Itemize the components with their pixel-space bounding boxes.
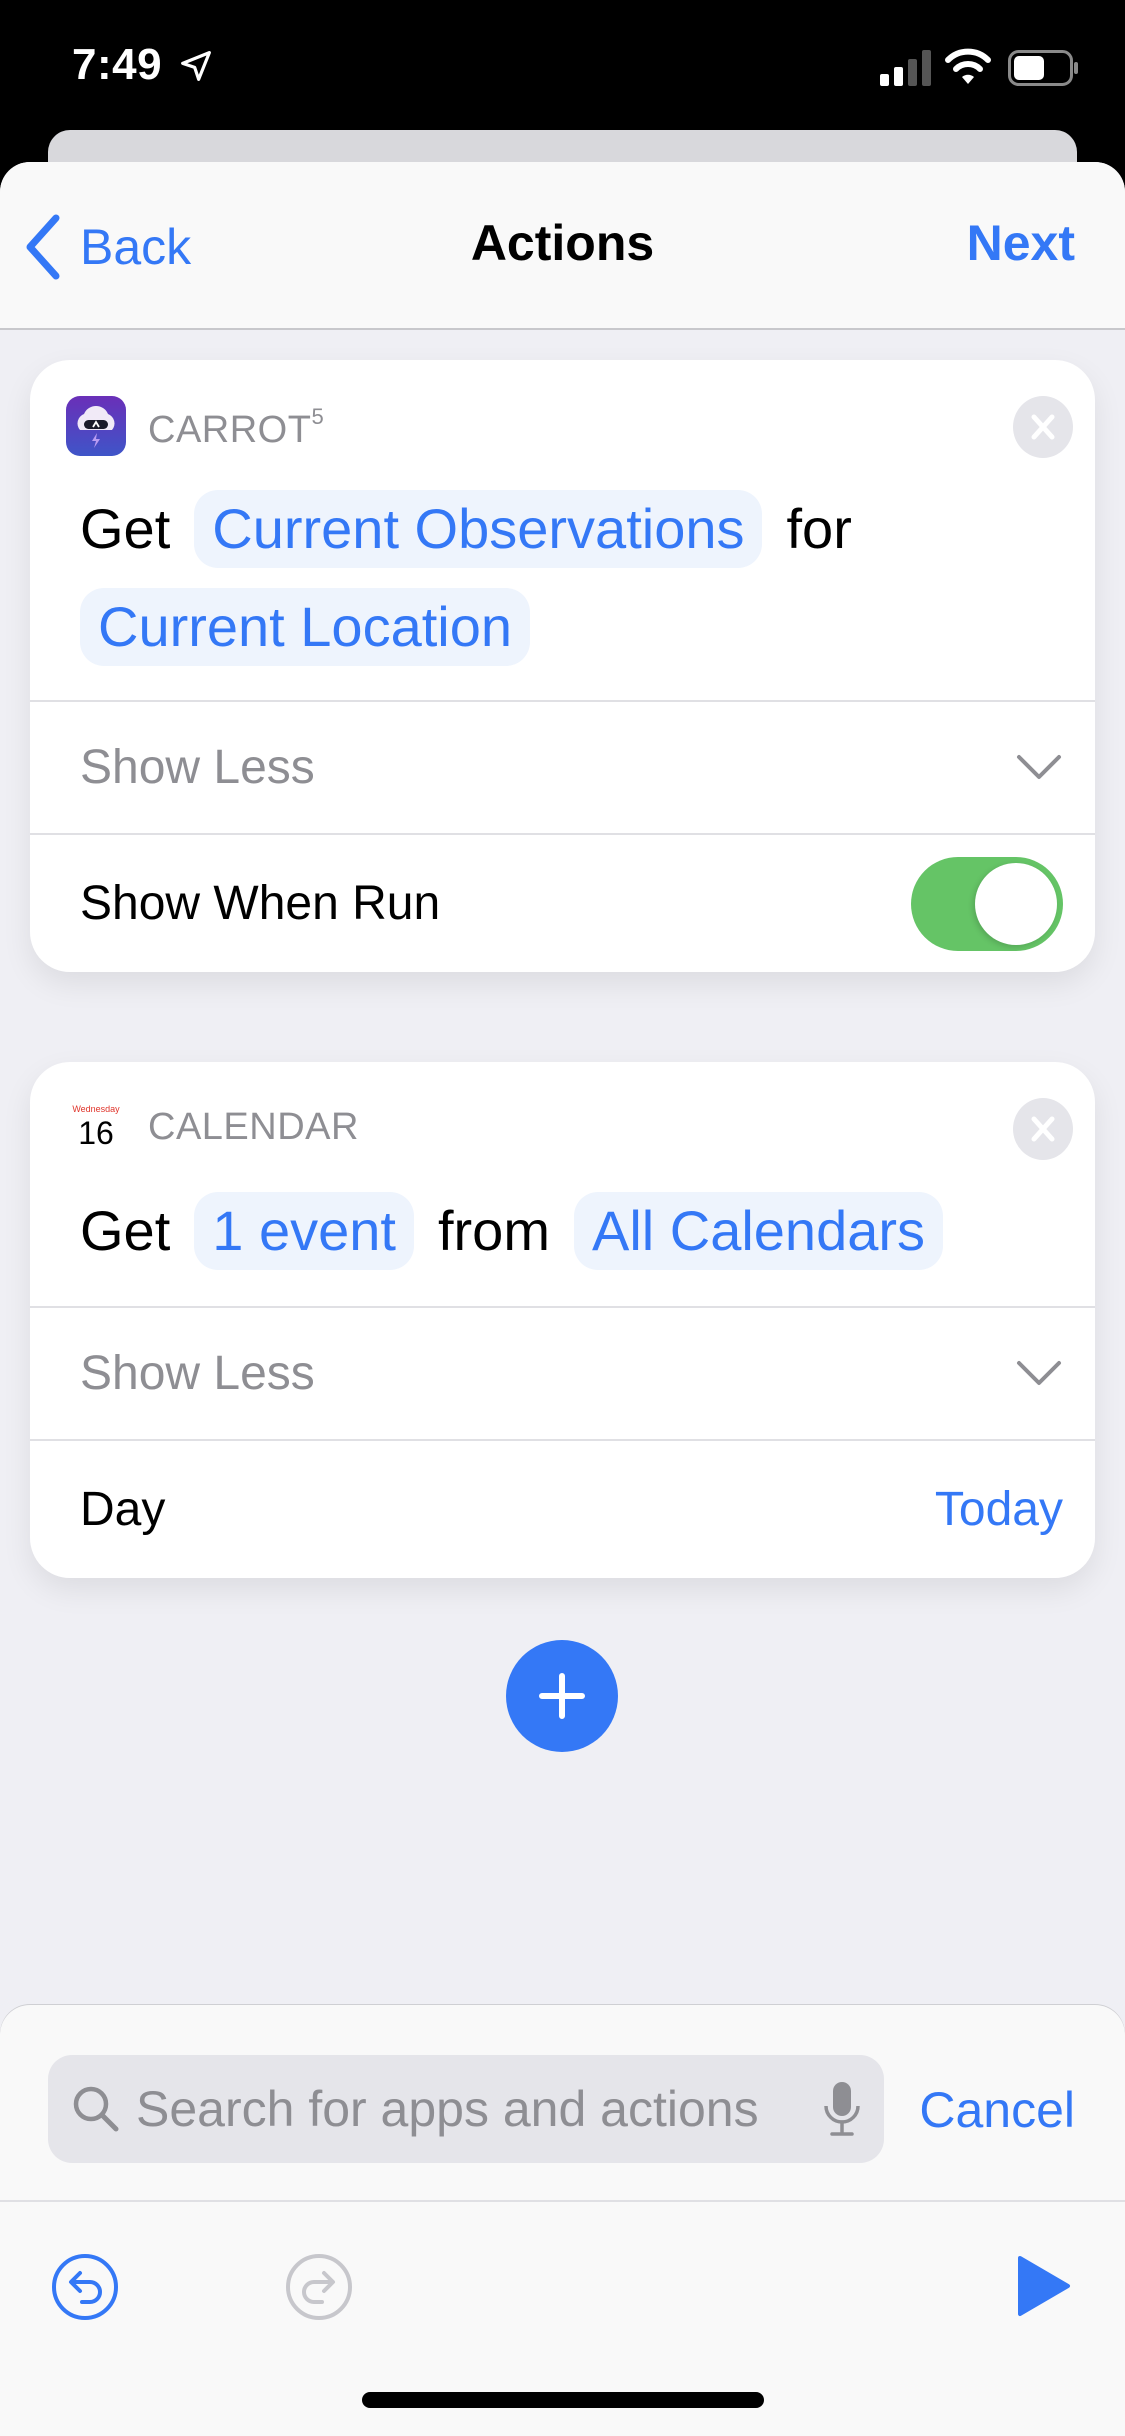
back-button[interactable]: Back xyxy=(24,212,191,282)
day-label: Day xyxy=(80,1483,166,1536)
show-when-run-label: Show When Run xyxy=(80,877,441,930)
calendar-icon: Wednesday 16 xyxy=(66,1098,126,1158)
sentence-word: for xyxy=(786,497,852,561)
search-field[interactable] xyxy=(48,2055,884,2163)
cancel-button[interactable]: Cancel xyxy=(919,2081,1075,2139)
sentence-word: Get xyxy=(80,497,171,561)
sentence-word: Get xyxy=(80,1199,171,1263)
plus-icon xyxy=(539,1673,585,1719)
search-icon xyxy=(73,2086,119,2132)
show-less-label: Show Less xyxy=(80,740,315,794)
status-bar: 7:49 xyxy=(0,0,1125,130)
action-sentence: Get 1 event from All Calendars xyxy=(80,1180,1055,1278)
carrot-weather-icon xyxy=(66,396,126,456)
show-when-run-row: Show When Run xyxy=(30,833,1095,972)
location-arrow-icon xyxy=(181,51,211,81)
calendar-date-text: 16 xyxy=(78,1115,114,1151)
parameter-token-calendars[interactable]: All Calendars xyxy=(573,1192,944,1271)
battery-icon xyxy=(1008,50,1078,86)
remove-action-button[interactable] xyxy=(1013,396,1073,458)
parameter-token-location[interactable]: Current Location xyxy=(80,588,531,667)
show-less-row[interactable]: Show Less xyxy=(30,1306,1095,1438)
add-action-button[interactable] xyxy=(506,1640,618,1752)
status-time: 7:49 xyxy=(72,40,163,89)
day-value-button[interactable]: Today xyxy=(935,1482,1063,1537)
parameter-token-event-count[interactable]: 1 event xyxy=(194,1192,414,1271)
home-indicator xyxy=(362,2392,764,2408)
action-sentence: Get Current Observations for Current Locati… xyxy=(80,478,1055,670)
next-button[interactable]: Next xyxy=(967,214,1075,272)
navigation-bar: Back Actions Next xyxy=(0,162,1125,330)
calendar-day-text: Wednesday xyxy=(72,1104,120,1114)
action-header: CARROT5 xyxy=(30,360,1095,490)
sentence-word: from xyxy=(437,1199,550,1263)
microphone-icon[interactable] xyxy=(822,2080,862,2138)
chevron-left-icon xyxy=(26,214,60,280)
toggle-knob xyxy=(975,862,1057,945)
undo-icon[interactable] xyxy=(50,2252,120,2322)
close-icon xyxy=(1031,1116,1055,1142)
redo-icon[interactable] xyxy=(284,2252,354,2322)
action-card-calendar: Wednesday 16 CALENDAR Get 1 event from All … xyxy=(30,1062,1095,1578)
cellular-signal-icon xyxy=(880,50,931,86)
app-name: CALENDAR xyxy=(148,1106,359,1148)
wifi-icon xyxy=(945,48,991,84)
parameter-token-observations[interactable]: Current Observations xyxy=(194,490,763,569)
play-icon[interactable] xyxy=(1016,2254,1072,2318)
action-card-carrot: CARROT5 Get Current Observations for Curren… xyxy=(30,360,1095,972)
chevron-down-icon xyxy=(1017,755,1061,779)
show-less-label: Show Less xyxy=(80,1346,315,1400)
day-row: Day Today xyxy=(30,1439,1095,1578)
close-icon xyxy=(1031,414,1055,440)
back-label: Back xyxy=(80,219,192,275)
search-input[interactable] xyxy=(136,2080,812,2138)
chevron-down-icon xyxy=(1017,1361,1061,1385)
show-when-run-toggle[interactable] xyxy=(911,856,1063,951)
app-name: CARROT5 xyxy=(148,404,325,451)
show-less-row[interactable]: Show Less xyxy=(30,700,1095,832)
action-header: Wednesday 16 CALENDAR xyxy=(30,1062,1095,1192)
action-search-sheet: Cancel xyxy=(0,2005,1125,2436)
remove-action-button[interactable] xyxy=(1013,1098,1073,1160)
